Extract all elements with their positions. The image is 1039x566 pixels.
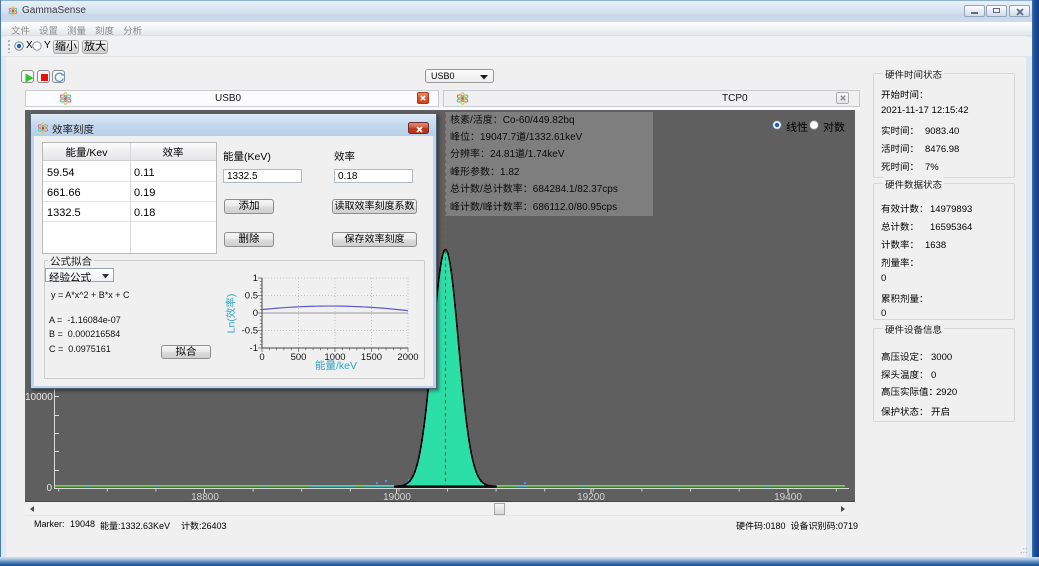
svg-text:2000: 2000 <box>397 352 418 363</box>
svg-text:0: 0 <box>259 352 264 363</box>
svg-text:0: 0 <box>253 308 258 319</box>
svg-text:-1: -1 <box>250 343 258 354</box>
svg-text:0.5: 0.5 <box>245 291 258 302</box>
svg-text:1: 1 <box>253 273 258 284</box>
svg-text:-0.5: -0.5 <box>242 326 258 337</box>
